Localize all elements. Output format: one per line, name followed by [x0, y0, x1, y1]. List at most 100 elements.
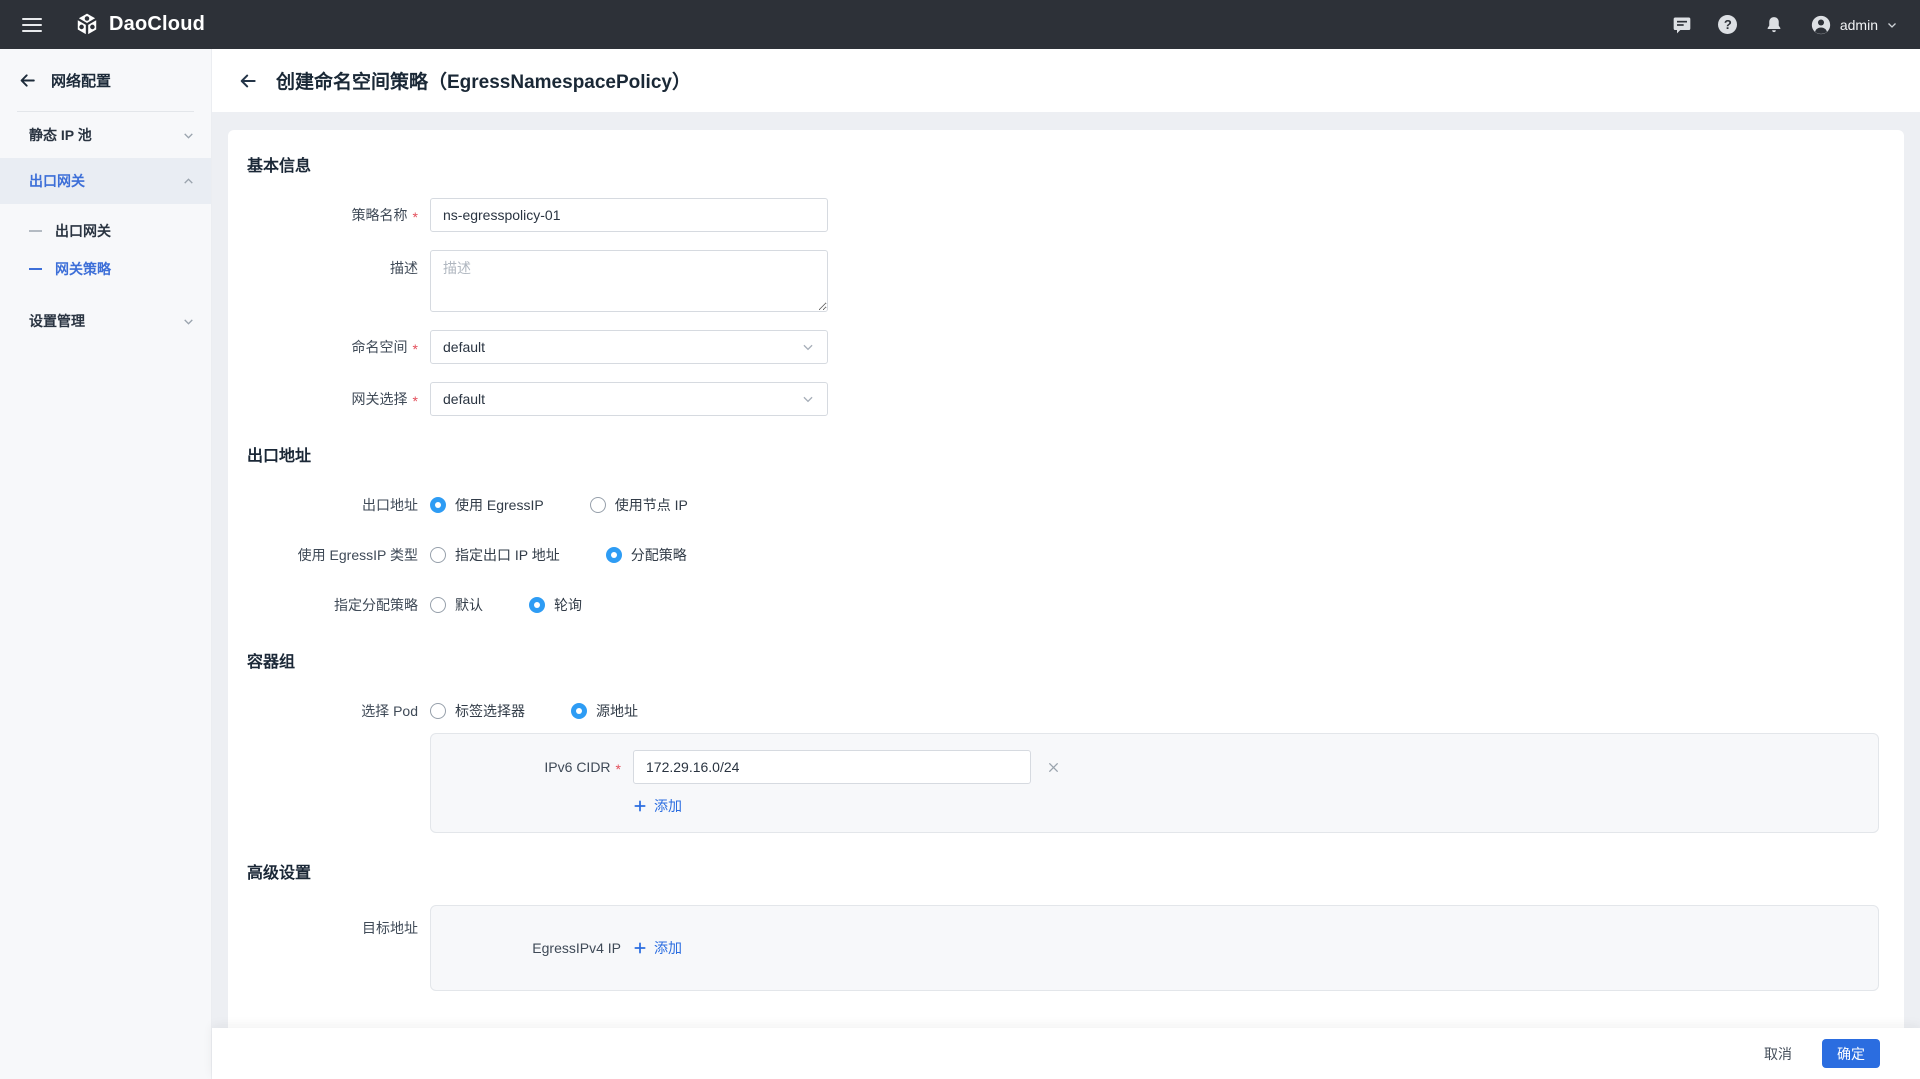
egressip-type-label: 使用 EgressIP 类型 [228, 545, 430, 565]
sidebar-item-settings[interactable]: 设置管理 [0, 298, 211, 344]
content-area: 基本信息 策略名称 * 描述 命名空间 * [212, 112, 1920, 1028]
label-text: 目标地址 [362, 918, 418, 938]
question-mark-glyph: ? [1718, 15, 1737, 34]
radio-label: 指定出口 IP 地址 [455, 545, 560, 565]
cancel-button[interactable]: 取消 [1764, 1044, 1792, 1064]
dest-address-panel: EgressIPv4 IP 添加 [430, 905, 1879, 991]
required-asterisk: * [413, 341, 418, 357]
main-area: 创建命名空间策略（EgressNamespacePolicy） 基本信息 策略名… [212, 49, 1920, 1079]
ipv6-cidr-row: IPv6 CIDR* [431, 750, 1878, 784]
radio-unselected-icon [430, 597, 446, 613]
add-egress-ipv4-button[interactable]: 添加 [633, 938, 682, 958]
required-asterisk: * [616, 761, 621, 777]
dest-address-row: 目标地址 EgressIPv4 IP 添加 [228, 905, 1904, 991]
label-text: 策略名称 [352, 205, 408, 225]
dest-address-label: 目标地址 [228, 918, 430, 938]
sidebar-item-label: 出口网关 [29, 171, 85, 191]
select-pod-row: 选择 Pod 标签选择器 源地址 [228, 694, 1904, 728]
egress-ipv4-label: EgressIPv4 IP [431, 940, 633, 956]
radio-label-selector[interactable]: 标签选择器 [430, 701, 525, 721]
sidebar-subitem-label: 出口网关 [55, 221, 111, 241]
plus-icon [633, 799, 647, 813]
radio-use-node-ip[interactable]: 使用节点 IP [590, 495, 688, 515]
ipv6-cidr-label: IPv6 CIDR* [431, 758, 633, 777]
label-text: 选择 Pod [361, 701, 418, 721]
radio-selected-icon [430, 497, 446, 513]
radio-default[interactable]: 默认 [430, 595, 483, 615]
allocation-policy-label: 指定分配策略 [228, 595, 430, 615]
sidebar-subitem-gateway-policy[interactable]: 网关策略 [0, 250, 211, 288]
policy-name-input[interactable] [430, 198, 828, 232]
back-arrow-icon[interactable] [18, 71, 37, 90]
label-text: 使用 EgressIP 类型 [298, 545, 418, 565]
radio-label: 源地址 [596, 701, 638, 721]
back-arrow-icon[interactable] [238, 71, 258, 91]
help-icon[interactable]: ? [1718, 15, 1738, 35]
chevron-down-icon [182, 315, 195, 328]
section-advanced: 高级设置 [247, 859, 1904, 883]
gateway-select[interactable]: default [430, 382, 828, 416]
radio-label: 使用 EgressIP [455, 495, 544, 515]
namespace-select[interactable]: default [430, 330, 828, 364]
radio-unselected-icon [430, 547, 446, 563]
egress-address-row: 出口地址 使用 EgressIP 使用节点 IP [228, 488, 1904, 522]
confirm-button[interactable]: 确定 [1822, 1039, 1880, 1068]
plus-icon [633, 941, 647, 955]
allocation-policy-row: 指定分配策略 默认 轮询 [228, 588, 1904, 622]
label-text: 命名空间 [352, 337, 408, 357]
add-label: 添加 [654, 796, 682, 816]
spacer [228, 733, 430, 833]
description-row: 描述 [228, 250, 1904, 312]
brand-name: DaoCloud [109, 13, 205, 36]
notification-bell-icon[interactable] [1764, 15, 1784, 35]
label-text: 描述 [390, 258, 418, 278]
sidebar-item-egress-gateway[interactable]: 出口网关 [0, 158, 211, 204]
radio-use-egressip[interactable]: 使用 EgressIP [430, 495, 544, 515]
section-basic-info: 基本信息 [247, 152, 1904, 176]
chevron-down-icon [1886, 19, 1898, 31]
brand-logo[interactable]: DaoCloud [74, 12, 205, 38]
message-icon[interactable] [1672, 15, 1692, 35]
radio-specify-egress-ip[interactable]: 指定出口 IP 地址 [430, 545, 560, 565]
namespace-row: 命名空间 * default [228, 330, 1904, 364]
egress-address-label: 出口地址 [228, 495, 430, 515]
radio-unselected-icon [590, 497, 606, 513]
radio-round-robin[interactable]: 轮询 [529, 595, 582, 615]
remove-cidr-icon[interactable] [1047, 761, 1060, 774]
chevron-up-icon [182, 175, 195, 188]
source-address-panel: IPv6 CIDR* 添加 [430, 733, 1879, 833]
radio-source-address[interactable]: 源地址 [571, 701, 638, 721]
radio-label: 轮询 [554, 595, 582, 615]
source-address-panel-row: IPv6 CIDR* 添加 [228, 733, 1904, 833]
radio-label: 分配策略 [631, 545, 687, 565]
top-bar: DaoCloud ? admin [0, 0, 1920, 49]
sidebar: 网络配置 静态 IP 池 出口网关 出口网关 网关策略 [0, 49, 212, 1079]
required-asterisk: * [413, 209, 418, 225]
sidebar-title: 网络配置 [51, 70, 111, 91]
label-text: 出口地址 [362, 495, 418, 515]
sidebar-item-label: 设置管理 [29, 311, 85, 331]
chevron-down-icon [182, 129, 195, 142]
page-title: 创建命名空间策略（EgressNamespacePolicy） [276, 67, 691, 94]
radio-unselected-icon [430, 703, 446, 719]
sidebar-item-label: 静态 IP 池 [29, 125, 92, 145]
sidebar-subitem-egress-gateway[interactable]: 出口网关 [0, 212, 211, 250]
radio-label: 使用节点 IP [615, 495, 688, 515]
form-card: 基本信息 策略名称 * 描述 命名空间 * [228, 130, 1904, 1028]
radio-allocation-policy[interactable]: 分配策略 [606, 545, 687, 565]
section-pods: 容器组 [247, 648, 1904, 672]
username: admin [1840, 17, 1878, 33]
description-label: 描述 [228, 250, 430, 312]
sidebar-item-static-ip-pool[interactable]: 静态 IP 池 [0, 112, 211, 158]
add-cidr-row: 添加 [633, 796, 1878, 818]
dash-icon [29, 230, 42, 232]
egressip-type-row: 使用 EgressIP 类型 指定出口 IP 地址 分配策略 [228, 538, 1904, 572]
add-cidr-button[interactable]: 添加 [633, 796, 682, 816]
footer-action-bar: 取消 确定 [212, 1028, 1920, 1079]
ipv6-cidr-input[interactable] [633, 750, 1031, 784]
section-egress-address: 出口地址 [247, 442, 1904, 466]
hamburger-menu-icon[interactable] [22, 18, 42, 32]
user-menu[interactable]: admin [1810, 14, 1898, 36]
sidebar-header: 网络配置 [0, 49, 211, 111]
description-input[interactable] [430, 250, 828, 312]
